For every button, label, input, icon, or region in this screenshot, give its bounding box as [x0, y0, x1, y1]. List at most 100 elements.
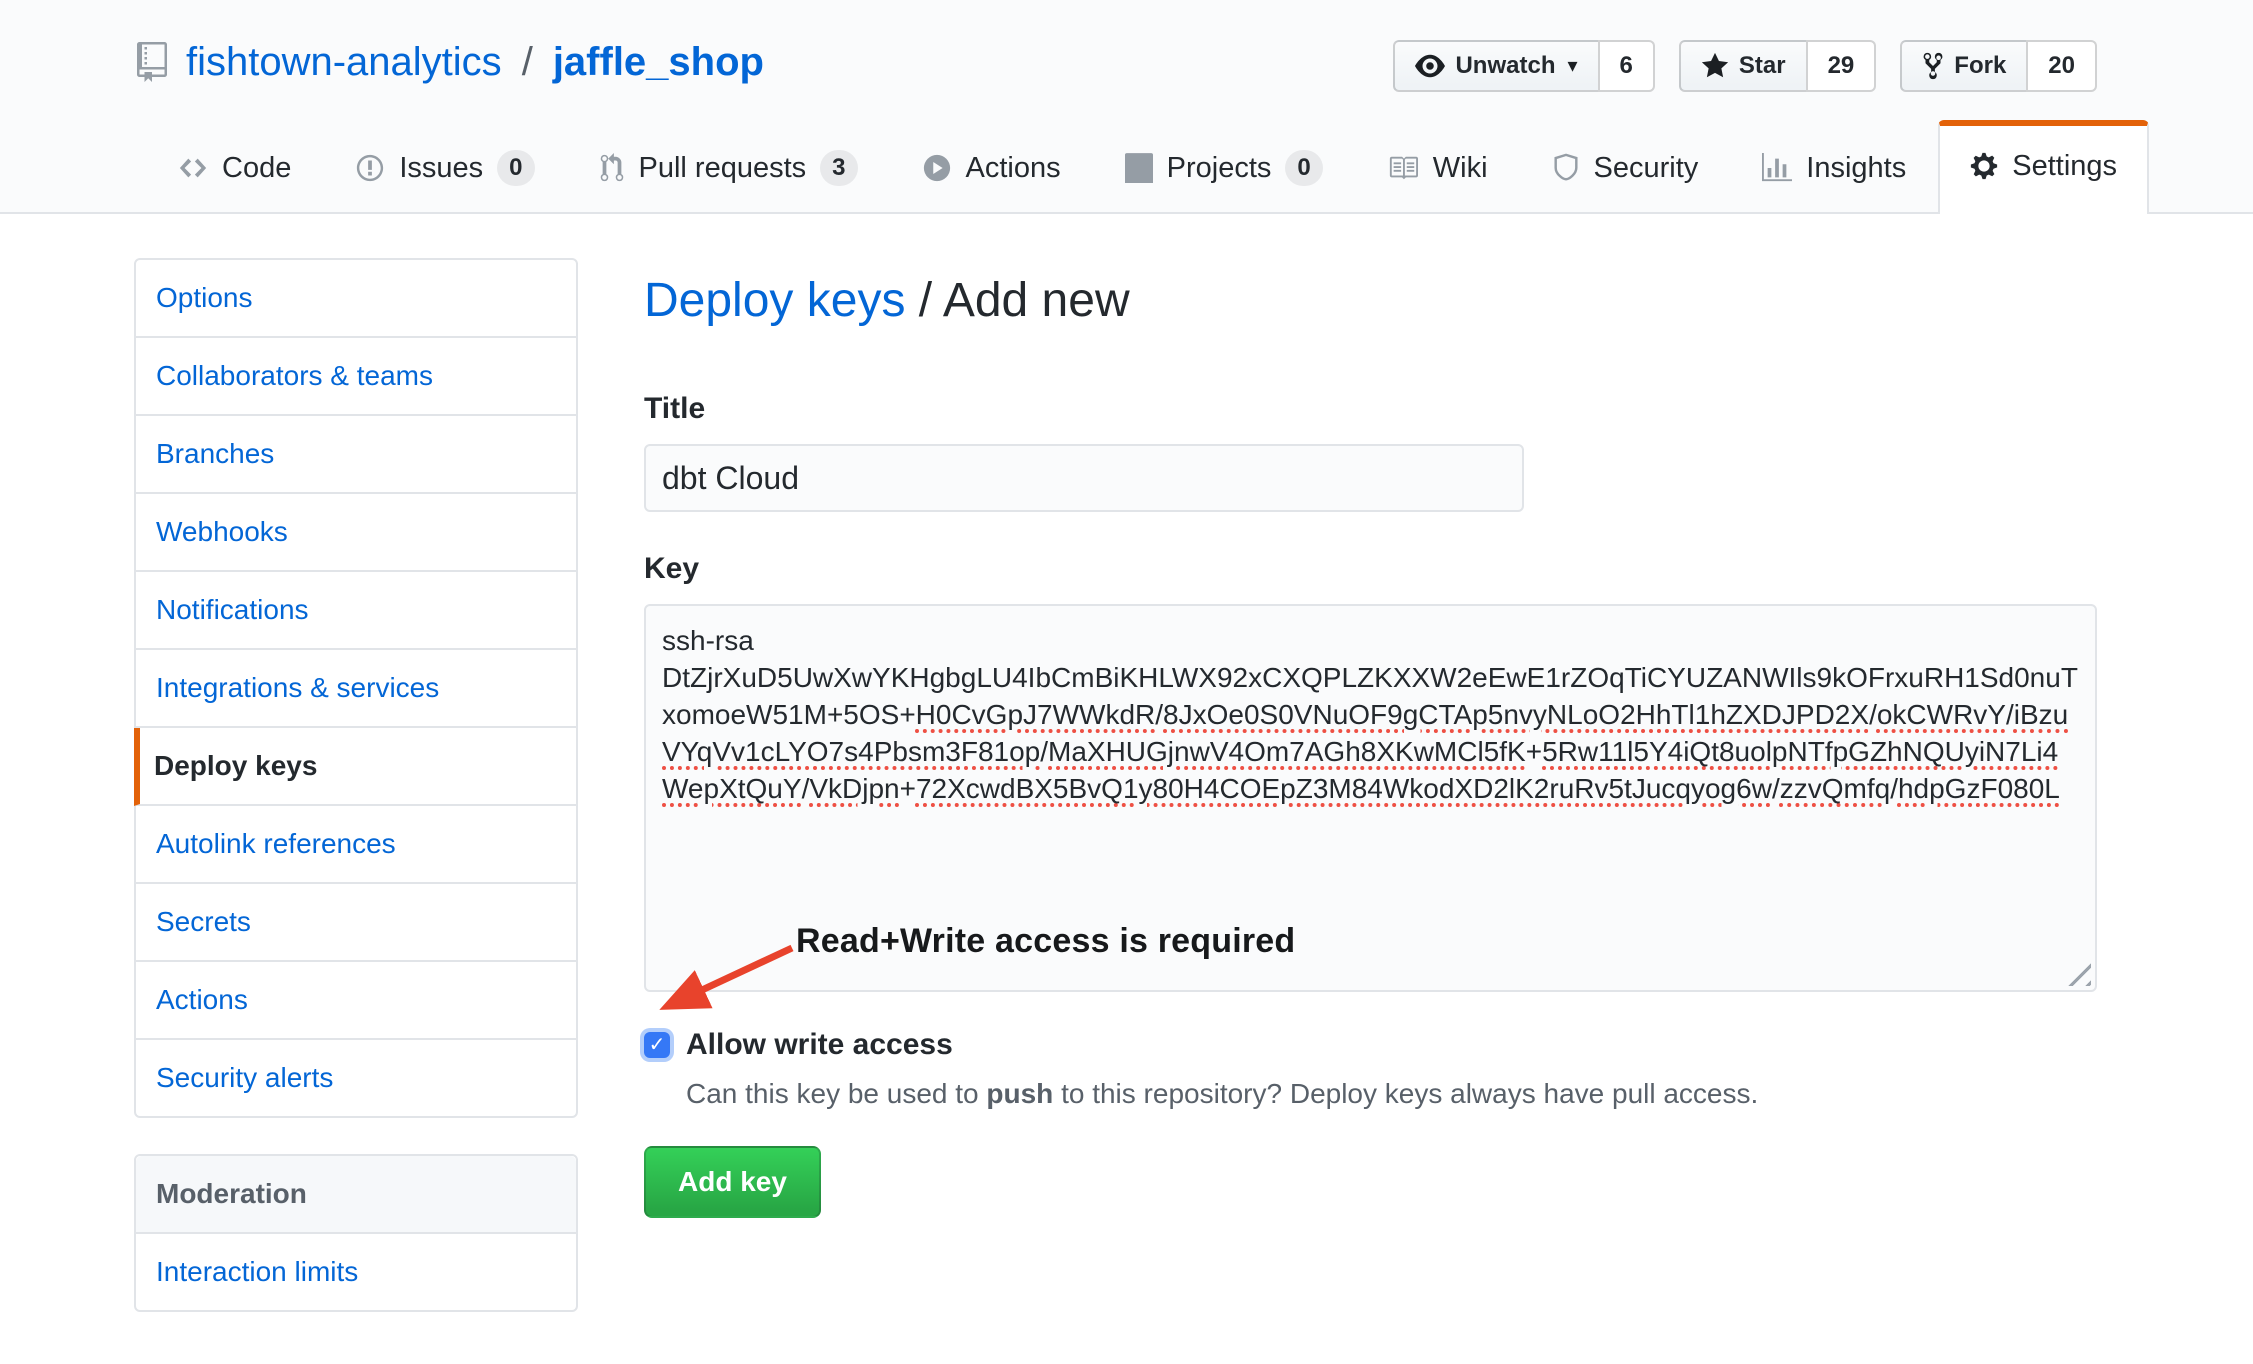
tab-wiki[interactable]: Wiki	[1355, 122, 1520, 214]
sidebar-item-branches[interactable]: Branches	[136, 416, 576, 494]
sidebar-item-autolink-references[interactable]: Autolink references	[136, 806, 576, 884]
key-textarea[interactable]: ssh-rsa DtZjrXuD5UwXwYKHgbgLU4IbCmBiKHLW…	[644, 604, 2097, 992]
fork-count[interactable]: 20	[2026, 40, 2097, 92]
checkmark-icon: ✓	[649, 1032, 666, 1058]
issue-opened-icon	[355, 153, 385, 183]
repo-title-row: fishtown-analytics / jaffle_shop Unwatch…	[0, 0, 2253, 92]
key-text: /	[2006, 699, 2014, 730]
tab-insights[interactable]: Insights	[1730, 122, 1938, 214]
unwatch-button[interactable]: Unwatch ▾	[1393, 40, 1599, 92]
star-count[interactable]: 29	[1806, 40, 1877, 92]
fork-icon	[1922, 51, 1944, 81]
moderation-heading: Moderation	[136, 1156, 576, 1234]
deploy-key-form: Deploy keys / Add new Title Key ssh-rsa …	[644, 258, 2097, 1218]
projects-counter: 0	[1285, 150, 1322, 186]
watch-count[interactable]: 6	[1598, 40, 1655, 92]
allow-write-access-row: ✓ Allow write access	[644, 1024, 2097, 1066]
repo-breadcrumb: fishtown-analytics / jaffle_shop	[134, 36, 764, 88]
tab-settings[interactable]: Settings	[1938, 120, 2149, 214]
repo-separator: /	[518, 36, 537, 88]
tab-pull-requests-label: Pull requests	[639, 148, 807, 188]
tab-pull-requests[interactable]: Pull requests 3	[567, 122, 890, 214]
tab-code[interactable]: Code	[146, 122, 323, 214]
book-icon	[1387, 153, 1419, 183]
help-text-prefix: Can this key be used to	[686, 1078, 986, 1109]
tab-wiki-label: Wiki	[1433, 148, 1488, 188]
textarea-resize-handle[interactable]	[2067, 962, 2091, 986]
star-icon	[1701, 51, 1729, 81]
tab-security-label: Security	[1594, 148, 1699, 188]
help-text-push: push	[986, 1078, 1053, 1109]
tab-actions-label: Actions	[966, 148, 1061, 188]
repo-owner-link[interactable]: fishtown-analytics	[186, 36, 502, 88]
help-text-suffix: to this repository? Deploy keys always h…	[1053, 1078, 1758, 1109]
tab-issues[interactable]: Issues 0	[323, 122, 566, 214]
sidebar-item-integrations-services[interactable]: Integrations & services	[136, 650, 576, 728]
eye-icon	[1415, 51, 1445, 81]
key-text: +	[900, 773, 916, 804]
allow-write-access-label: Allow write access	[686, 1024, 953, 1066]
title-input[interactable]	[644, 444, 1524, 512]
key-field-label: Key	[644, 548, 2097, 590]
pull-requests-counter: 3	[820, 150, 857, 186]
allow-write-access-checkbox[interactable]: ✓	[644, 1032, 670, 1058]
key-text: +	[1526, 736, 1542, 767]
key-text: /	[1772, 773, 1780, 804]
add-key-button[interactable]: Add key	[644, 1146, 821, 1218]
tab-projects[interactable]: Projects 0	[1093, 122, 1355, 214]
sidebar-item-webhooks[interactable]: Webhooks	[136, 494, 576, 572]
sidebar-item-actions[interactable]: Actions	[136, 962, 576, 1040]
key-text: VkDjpn	[809, 773, 899, 804]
fork-button-group: Fork 20	[1900, 40, 2097, 92]
fork-label: Fork	[1954, 52, 2006, 80]
fork-button[interactable]: Fork	[1900, 40, 2028, 92]
page-title: Deploy keys / Add new	[644, 270, 2097, 332]
key-text: /	[1890, 773, 1898, 804]
tab-actions[interactable]: Actions	[890, 122, 1093, 214]
tab-projects-label: Projects	[1167, 148, 1272, 188]
tab-settings-label: Settings	[2012, 146, 2117, 186]
tab-security[interactable]: Security	[1520, 122, 1731, 214]
key-text: hdpGzF080L	[1898, 773, 2060, 804]
deploy-keys-breadcrumb-link[interactable]: Deploy keys	[644, 274, 905, 327]
settings-sidebar: Options Collaborators & teams Branches W…	[134, 258, 578, 1312]
key-text: okCWRvY	[1877, 699, 2006, 730]
settings-content: Options Collaborators & teams Branches W…	[0, 214, 2253, 1312]
gear-icon	[1970, 151, 1998, 181]
key-text: 72XcwdBX5BvQ1y80H4COEpZ3M84WkodXD2lK2ruR…	[916, 773, 1772, 804]
issues-counter: 0	[497, 150, 534, 186]
play-icon	[922, 153, 952, 183]
moderation-menu: Moderation Interaction limits	[134, 1154, 578, 1312]
key-text: 8JxOe0S0VNuOF9gCTAp5nvyNLoO2HhTl1hZXDJPD…	[1163, 699, 1869, 730]
repo-name-link[interactable]: jaffle_shop	[553, 36, 764, 88]
project-icon	[1125, 153, 1153, 183]
sidebar-item-secrets[interactable]: Secrets	[136, 884, 576, 962]
star-label: Star	[1739, 52, 1786, 80]
sidebar-item-security-alerts[interactable]: Security alerts	[136, 1040, 576, 1116]
sidebar-item-interaction-limits[interactable]: Interaction limits	[136, 1234, 576, 1310]
breadcrumb-current: Add new	[943, 274, 1130, 327]
tab-insights-label: Insights	[1806, 148, 1906, 188]
key-text: MaXHUGjnwV4Om7AGh8XKwMCl5fK	[1048, 736, 1526, 767]
unwatch-label: Unwatch	[1455, 52, 1555, 80]
star-button[interactable]: Star	[1679, 40, 1808, 92]
sidebar-item-collaborators-teams[interactable]: Collaborators & teams	[136, 338, 576, 416]
key-text: /	[1869, 699, 1877, 730]
sidebar-item-notifications[interactable]: Notifications	[136, 572, 576, 650]
write-access-help-text: Can this key be used to push to this rep…	[686, 1074, 2097, 1114]
breadcrumb-separator: /	[905, 274, 942, 327]
code-icon	[178, 153, 208, 183]
sidebar-item-options[interactable]: Options	[136, 260, 576, 338]
page-header: fishtown-analytics / jaffle_shop Unwatch…	[0, 0, 2253, 214]
star-button-group: Star 29	[1679, 40, 1876, 92]
github-settings-page: fishtown-analytics / jaffle_shop Unwatch…	[0, 0, 2253, 1364]
caret-down-icon: ▾	[1567, 56, 1577, 76]
key-text: /	[1040, 736, 1048, 767]
watch-button-group: Unwatch ▾ 6	[1393, 40, 1654, 92]
sidebar-item-deploy-keys[interactable]: Deploy keys	[134, 728, 576, 806]
pull-request-icon	[599, 153, 625, 183]
graph-icon	[1762, 153, 1792, 183]
shield-icon	[1552, 153, 1580, 183]
key-text: /	[1155, 699, 1163, 730]
tab-code-label: Code	[222, 148, 291, 188]
